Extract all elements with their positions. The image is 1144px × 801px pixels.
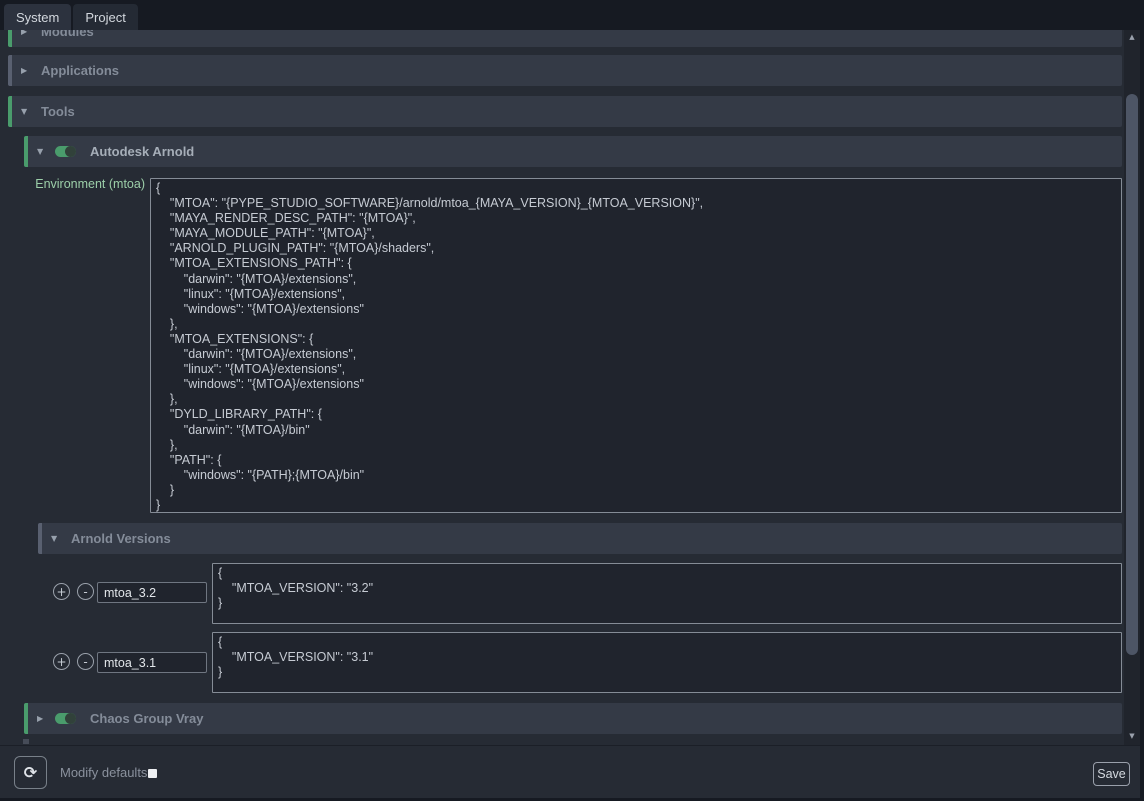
settings-scroll-area: ▶ Modules ▶ Applications ▼ Tools ▼ Autod…: [0, 30, 1124, 745]
scrollbar-thumb[interactable]: [1126, 94, 1138, 655]
remove-version-button[interactable]: -: [77, 583, 94, 600]
toggle-knob-icon: [65, 146, 76, 157]
section-header-tools[interactable]: ▼ Tools: [8, 96, 1122, 127]
add-version-button[interactable]: +: [53, 583, 70, 600]
scroll-down-icon[interactable]: ▼: [1124, 729, 1140, 743]
vray-enabled-toggle[interactable]: [55, 713, 76, 724]
version-key-input[interactable]: [97, 582, 207, 603]
tab-system[interactable]: System: [4, 4, 71, 30]
chevron-down-icon: ▼: [21, 107, 35, 116]
modify-defaults-checkbox[interactable]: [148, 769, 157, 778]
section-label-chaos-group-vray: Chaos Group Vray: [90, 711, 203, 726]
tab-bar: System Project: [0, 0, 1144, 30]
scroll-up-icon[interactable]: ▲: [1124, 30, 1140, 44]
toggle-knob-icon: [65, 713, 76, 724]
refresh-button[interactable]: ⟳: [14, 756, 47, 789]
environment-mtoa-label: Environment (mtoa): [20, 177, 145, 191]
chevron-down-icon: ▼: [51, 534, 65, 543]
version-key-input[interactable]: [97, 652, 207, 673]
footer-bar: ⟳ Modify defaults Save: [0, 745, 1140, 798]
section-label-tools: Tools: [41, 104, 75, 119]
arnold-environment-editor[interactable]: { "MTOA": "{PYPE_STUDIO_SOFTWARE}/arnold…: [150, 178, 1122, 513]
section-label-modules: Modules: [41, 30, 94, 39]
modify-defaults-label: Modify defaults: [60, 746, 147, 799]
chevron-right-icon: ▶: [21, 30, 35, 36]
version-environment-editor[interactable]: { "MTOA_VERSION": "3.1" }: [212, 632, 1122, 693]
section-label-arnold-versions: Arnold Versions: [71, 531, 171, 546]
section-header-applications[interactable]: ▶ Applications: [8, 55, 1122, 86]
clipped-row-sliver: [23, 739, 29, 744]
section-header-autodesk-arnold[interactable]: ▼ Autodesk Arnold: [24, 136, 1122, 167]
add-version-button[interactable]: +: [53, 653, 70, 670]
section-header-modules[interactable]: ▶ Modules: [8, 30, 1122, 47]
refresh-icon: ⟳: [24, 763, 37, 782]
section-header-arnold-versions[interactable]: ▼ Arnold Versions: [38, 523, 1122, 554]
section-label-applications: Applications: [41, 63, 119, 78]
vertical-scrollbar[interactable]: ▲ ▼: [1124, 30, 1140, 745]
section-label-autodesk-arnold: Autodesk Arnold: [90, 144, 194, 159]
section-header-chaos-group-vray[interactable]: ▶ Chaos Group Vray: [24, 703, 1122, 734]
chevron-down-icon: ▼: [37, 147, 51, 156]
version-environment-editor[interactable]: { "MTOA_VERSION": "3.2" }: [212, 563, 1122, 624]
save-button[interactable]: Save: [1093, 762, 1130, 786]
remove-version-button[interactable]: -: [77, 653, 94, 670]
chevron-right-icon: ▶: [21, 66, 35, 75]
arnold-enabled-toggle[interactable]: [55, 146, 76, 157]
chevron-right-icon: ▶: [37, 714, 51, 723]
tab-project[interactable]: Project: [73, 4, 137, 30]
